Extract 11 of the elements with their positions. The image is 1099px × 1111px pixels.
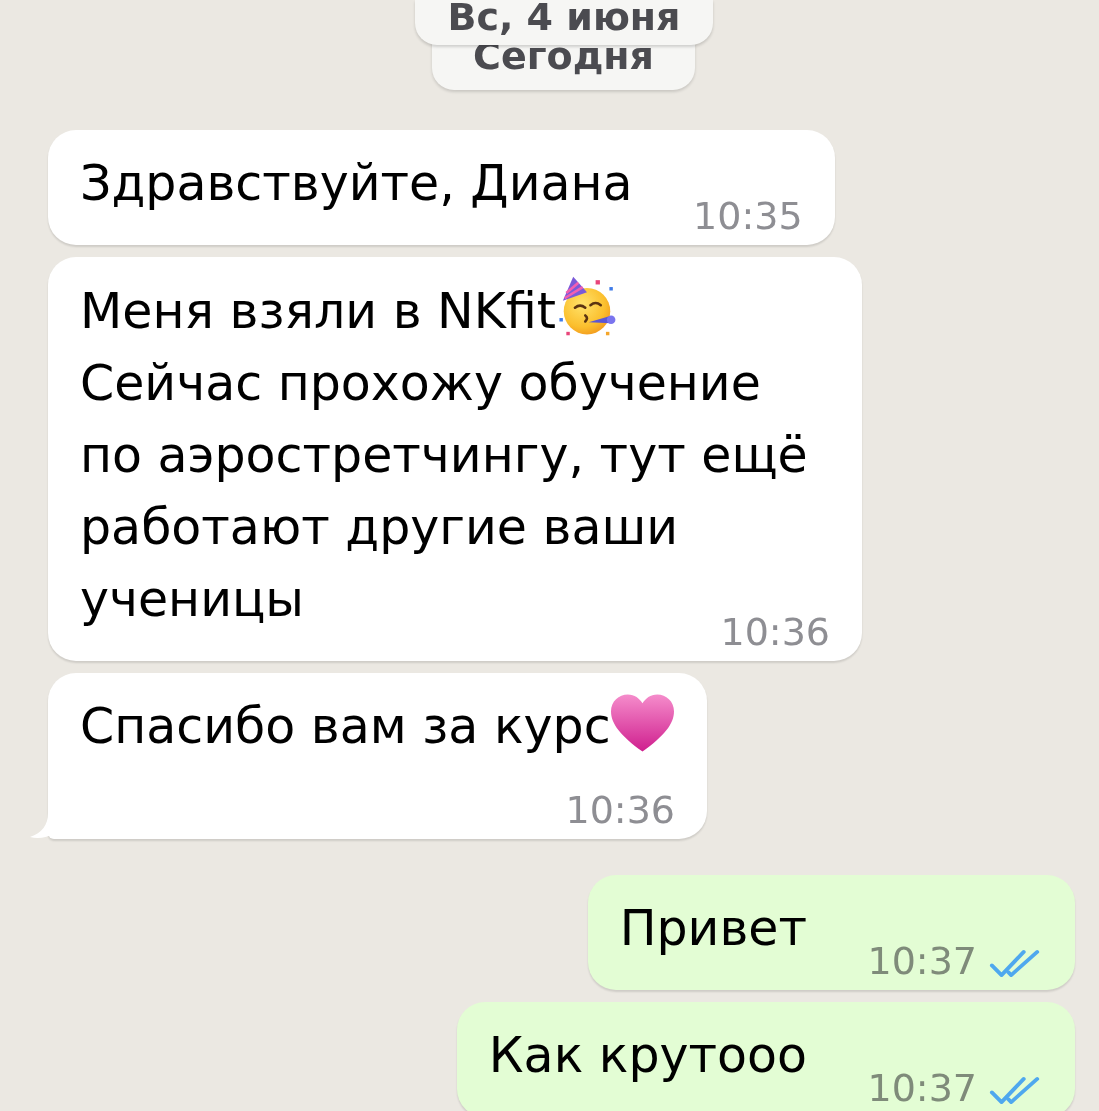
message-text: Спасибо вам за курс — [80, 698, 611, 755]
heart-emoji-icon — [610, 694, 674, 752]
message-text: Как крутооо — [488, 1027, 807, 1084]
message-time: 10:35 — [693, 197, 803, 235]
message-text: Привет — [619, 900, 807, 957]
message-text: Здравствуйте, Диана — [80, 155, 633, 212]
message-text: Меня взяли в NKfit — [80, 283, 556, 340]
party-face-emoji-icon — [556, 275, 618, 337]
message-time: 10:37 — [867, 1069, 977, 1107]
message-time: 10:36 — [565, 791, 675, 829]
message-time: 10:37 — [867, 942, 977, 980]
